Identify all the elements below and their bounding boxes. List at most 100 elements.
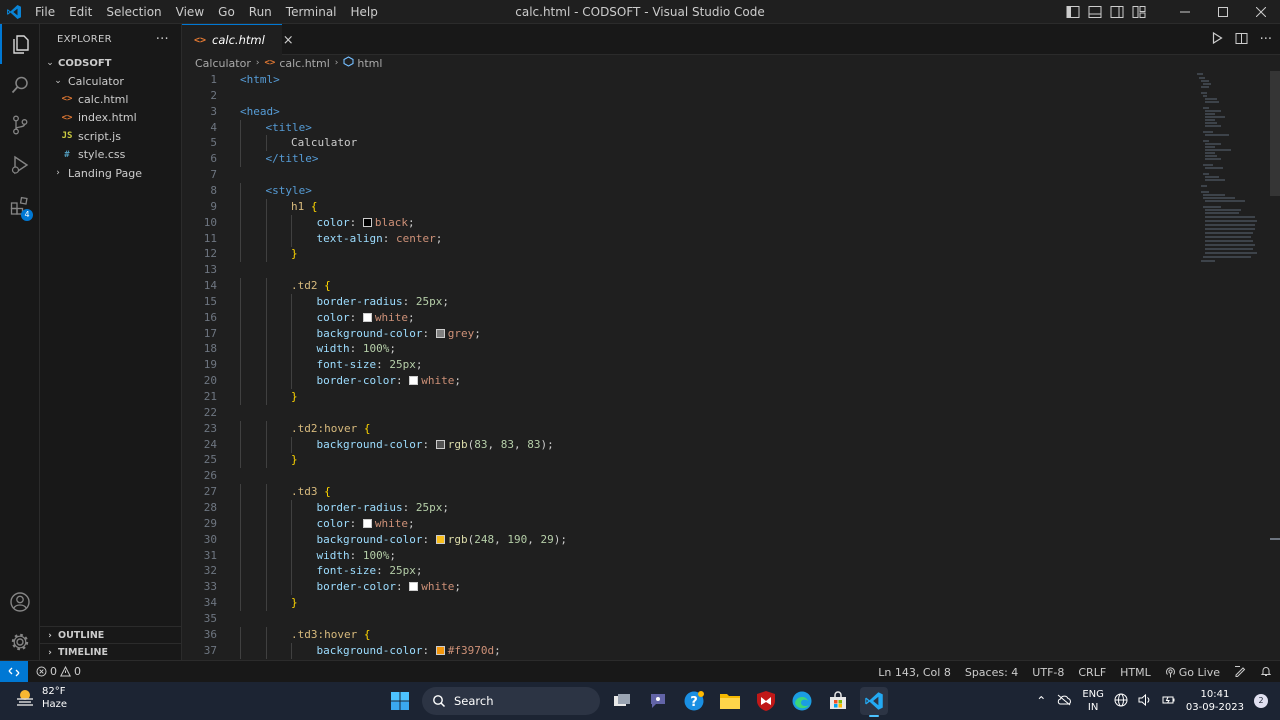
minimap[interactable] (1195, 71, 1270, 271)
explorer-more-actions-icon[interactable]: ··· (156, 32, 169, 47)
more-actions-icon[interactable]: ··· (1260, 32, 1272, 47)
network-globe-icon[interactable] (1114, 693, 1128, 710)
toggle-panel-icon[interactable] (1084, 0, 1106, 24)
indent-guide (291, 230, 292, 247)
split-editor-icon[interactable] (1235, 32, 1248, 48)
edge-browser-icon[interactable] (788, 687, 816, 715)
code-line: 27 .td3 { (182, 484, 1182, 501)
tab-close-icon[interactable]: × (283, 33, 294, 48)
toggle-secondary-sidebar-icon[interactable] (1106, 0, 1128, 24)
file-item[interactable]: <> calc.html (40, 90, 182, 108)
explorer-icon[interactable] (0, 24, 40, 64)
file-item[interactable]: # style.css (40, 146, 182, 164)
color-swatch[interactable] (362, 518, 372, 528)
code-token: ; (408, 310, 415, 324)
editor-scrollbar[interactable] (1270, 71, 1280, 196)
run-file-icon[interactable] (1211, 31, 1223, 47)
remote-indicator-icon[interactable] (0, 660, 28, 683)
tab-calc-html[interactable]: <> calc.html × (182, 24, 294, 55)
cursor-position[interactable]: Ln 143, Col 8 (878, 666, 951, 679)
menu-help[interactable]: Help (344, 0, 385, 24)
taskbar-search-box[interactable]: Search (422, 687, 600, 715)
breadcrumb-file[interactable]: calc.html (279, 57, 329, 70)
vscode-taskbar-icon[interactable] (860, 687, 888, 717)
encoding[interactable]: UTF-8 (1032, 666, 1064, 679)
indent-guide (240, 420, 241, 437)
code-token: ; (415, 564, 423, 578)
task-view-icon[interactable] (608, 687, 636, 715)
file-explorer-icon[interactable] (716, 687, 744, 715)
color-swatch[interactable] (435, 645, 445, 655)
code-line: 15 border-radius: 25px; (182, 293, 1182, 310)
code-content: font-size: 25px; (317, 563, 423, 579)
folder-calculator[interactable]: ⌄ Calculator (40, 72, 182, 90)
chevron-right-icon: › (48, 630, 52, 641)
color-swatch[interactable] (435, 534, 445, 544)
color-swatch[interactable] (409, 376, 419, 386)
minimize-icon[interactable] (1166, 0, 1204, 24)
color-swatch[interactable] (409, 582, 419, 592)
code-token: : (395, 580, 410, 594)
folder-landing-page-label: Landing Page (68, 166, 142, 180)
code-token: background-color (316, 643, 423, 657)
menu-view[interactable]: View (169, 0, 211, 24)
go-live-button[interactable]: Go Live (1165, 666, 1220, 679)
workspace-root[interactable]: ⌄ CODSOFT (40, 54, 182, 72)
menu-terminal[interactable]: Terminal (279, 0, 344, 24)
close-window-icon[interactable] (1242, 0, 1280, 24)
notification-center-badge[interactable]: 2 (1254, 694, 1268, 708)
folder-landing-page[interactable]: › Landing Page (40, 164, 182, 182)
end-of-line[interactable]: CRLF (1078, 666, 1106, 679)
breadcrumb-folder[interactable]: Calculator (195, 57, 251, 70)
weather-widget[interactable]: 82°F Haze (14, 685, 67, 711)
problems-indicator[interactable]: 0 0 (36, 665, 81, 678)
start-windows-icon[interactable] (386, 687, 414, 715)
feedback-icon[interactable] (1234, 665, 1246, 680)
color-swatch[interactable] (362, 217, 372, 227)
line-number: 23 (203, 421, 217, 435)
timeline-section[interactable]: › TIMELINE (40, 643, 182, 661)
color-swatch[interactable] (435, 328, 445, 338)
battery-icon[interactable] (1162, 693, 1176, 710)
customize-layout-icon[interactable] (1128, 0, 1150, 24)
help-app-icon[interactable]: ? (680, 687, 708, 715)
code-token: .td3 (291, 485, 325, 499)
maximize-icon[interactable] (1204, 0, 1242, 24)
menu-edit[interactable]: Edit (62, 0, 99, 24)
color-swatch[interactable] (435, 439, 445, 449)
menu-go[interactable]: Go (211, 0, 242, 24)
indentation[interactable]: Spaces: 4 (965, 666, 1018, 679)
menu-selection[interactable]: Selection (99, 0, 168, 24)
settings-gear-icon[interactable] (0, 622, 40, 662)
code-token: { (363, 421, 371, 435)
weather-temperature: 82°F (42, 686, 66, 697)
clock-date: 03-09-2023 (1185, 702, 1244, 713)
clock[interactable]: 10:41 03-09-2023 (1186, 688, 1244, 714)
menu-run[interactable]: Run (242, 0, 279, 24)
line-number: 20 (203, 374, 217, 388)
notifications-bell-icon[interactable] (1260, 665, 1272, 680)
show-hidden-icons-chevron-up-icon[interactable]: ⌃ (1036, 694, 1046, 708)
teams-chat-icon[interactable] (644, 687, 672, 715)
menu-file[interactable]: File (28, 0, 62, 24)
microsoft-store-icon[interactable] (824, 687, 852, 715)
mcafee-icon[interactable] (752, 687, 780, 715)
search-icon[interactable] (0, 65, 40, 105)
volume-speaker-icon[interactable] (1138, 693, 1152, 710)
file-item[interactable]: JS script.js (40, 127, 182, 145)
input-language[interactable]: ENG IN (1082, 688, 1104, 714)
source-control-icon[interactable] (0, 105, 40, 145)
run-debug-icon[interactable] (0, 145, 40, 185)
toggle-primary-sidebar-icon[interactable] (1062, 0, 1084, 24)
language-mode[interactable]: HTML (1120, 666, 1151, 679)
breadcrumb-symbol[interactable]: html (357, 57, 382, 70)
color-swatch[interactable] (362, 312, 372, 322)
line-number: 3 (210, 104, 217, 118)
onedrive-offline-icon[interactable] (1056, 694, 1072, 709)
file-item[interactable]: <> index.html (40, 109, 182, 127)
code-content: Calculator (291, 135, 357, 151)
account-icon[interactable] (0, 582, 40, 622)
extensions-icon[interactable]: 4 (0, 186, 40, 226)
outline-section[interactable]: › OUTLINE (40, 626, 182, 644)
code-editor[interactable]: 1 <html> 2 3 <head> 4 <title> 5 Calculator 6 </tit… (182, 71, 1280, 660)
